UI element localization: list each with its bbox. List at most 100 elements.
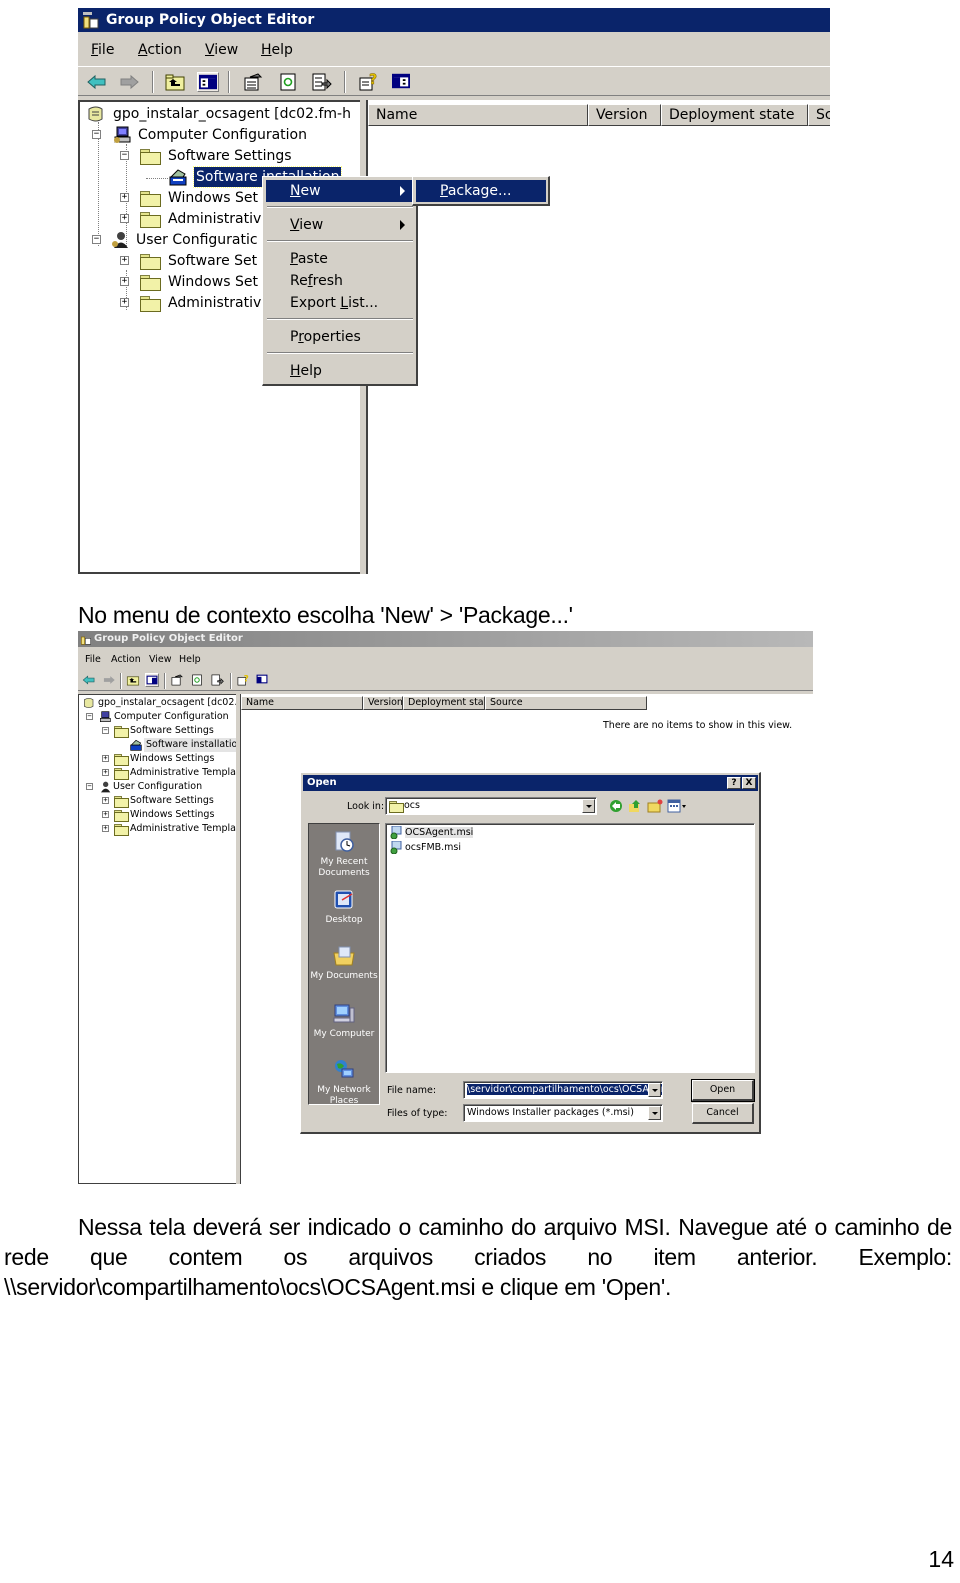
help-icon[interactable]: ?	[357, 72, 379, 92]
menu-action[interactable]: Action	[138, 36, 182, 64]
new-folder-icon[interactable]	[647, 799, 663, 813]
files-of-type-select[interactable]: Windows Installer packages (*.msi)	[463, 1104, 663, 1122]
expand-icon[interactable]: +	[102, 811, 109, 818]
open-button[interactable]: Open	[691, 1079, 755, 1102]
menu-item-paste[interactable]: Paste	[266, 248, 413, 270]
view-menu-icon[interactable]	[667, 799, 687, 813]
column-header-version[interactable]: Version	[363, 696, 403, 710]
column-header-source[interactable]: Sc	[808, 104, 830, 126]
file-item-ocsagent-msi[interactable]: OCSAgent.msi	[389, 826, 474, 840]
menu-file[interactable]: File	[91, 36, 114, 64]
my-documents-icon	[333, 946, 355, 966]
column-header-name[interactable]: Name	[241, 696, 363, 710]
forward-arrow-icon[interactable]	[118, 72, 140, 92]
file-name-input[interactable]: \servidor\compartilhamento\ocs\OCSAgent.…	[463, 1081, 663, 1099]
menu-item-new[interactable]: New	[266, 180, 413, 202]
user-icon	[101, 781, 111, 793]
up-one-level-icon[interactable]	[628, 799, 642, 813]
show-hide-action-pane-icon[interactable]	[391, 72, 413, 92]
file-item-ocsfmb-msi[interactable]: ocsFMB.msi	[389, 841, 461, 855]
menu-view[interactable]: View	[205, 36, 238, 64]
svg-text:?: ?	[244, 674, 249, 684]
collapse-icon[interactable]: −	[92, 235, 101, 244]
look-in-select[interactable]: ocs	[385, 797, 597, 815]
help-icon[interactable]: ?	[236, 673, 250, 687]
show-hide-tree-icon[interactable]	[197, 72, 219, 92]
tree-label: Software Set	[168, 253, 258, 269]
place-my-computer[interactable]: My Computer	[309, 1002, 379, 1040]
place-my-recent-documents[interactable]: My Recent Documents	[309, 830, 379, 879]
menu-item-export-list[interactable]: Export List...	[266, 292, 413, 314]
column-header-name[interactable]: Name	[368, 104, 588, 126]
menu-item-help[interactable]: Help	[266, 360, 413, 382]
files-of-type-label: Files of type:	[387, 1108, 448, 1119]
tree-label: User Configuration	[113, 781, 203, 792]
expand-icon[interactable]: +	[102, 769, 109, 776]
menu-help[interactable]: Help	[261, 36, 293, 64]
tree-label: Administrative Templates	[130, 767, 251, 778]
menu-file[interactable]: File	[85, 651, 101, 669]
menu-help[interactable]: Help	[179, 651, 201, 669]
collapse-icon[interactable]: −	[102, 727, 109, 734]
help-button[interactable]: ?	[727, 777, 741, 789]
menu-item-refresh[interactable]: Refresh	[266, 270, 413, 292]
collapse-icon[interactable]: −	[92, 130, 101, 139]
export-list-icon[interactable]	[210, 673, 224, 687]
expand-icon[interactable]: +	[102, 755, 109, 762]
back-arrow-icon[interactable]	[86, 72, 108, 92]
show-hide-action-pane-icon[interactable]	[256, 673, 270, 687]
expand-icon[interactable]: +	[120, 277, 129, 286]
place-my-network-places[interactable]: My Network Places	[309, 1058, 379, 1107]
back-arrow-icon[interactable]	[82, 673, 96, 687]
expand-icon[interactable]: +	[102, 797, 109, 804]
expand-icon[interactable]: +	[120, 256, 129, 265]
export-list-icon[interactable]	[310, 72, 332, 92]
column-header-deployment-state[interactable]: Deployment state	[661, 104, 808, 126]
column-header-version[interactable]: Version	[588, 104, 661, 126]
recent-documents-icon	[335, 831, 354, 852]
new-submenu: Package...	[412, 176, 550, 206]
software-installation-icon	[130, 739, 142, 751]
context-menu: New View Paste Refresh Export List... Pr…	[262, 176, 418, 386]
gpo-app-icon	[81, 636, 91, 645]
collapse-icon[interactable]: −	[120, 151, 129, 160]
expand-icon[interactable]: +	[120, 193, 129, 202]
column-header-deployment-state[interactable]: Deployment state	[403, 696, 485, 710]
cancel-button[interactable]: Cancel	[692, 1103, 754, 1124]
computer-icon	[114, 126, 131, 143]
refresh-icon[interactable]	[190, 673, 204, 687]
expand-icon[interactable]: +	[120, 214, 129, 223]
refresh-icon[interactable]	[277, 72, 299, 92]
menu-action[interactable]: Action	[111, 651, 141, 669]
forward-arrow-icon[interactable]	[102, 673, 116, 687]
place-my-documents[interactable]: My Documents	[309, 944, 379, 982]
collapse-icon[interactable]: −	[86, 783, 93, 790]
menu-view[interactable]: View	[149, 651, 172, 669]
close-button[interactable]: X	[742, 777, 756, 789]
tree-label: Computer Configuration	[138, 127, 307, 143]
menu-item-package[interactable]: Package...	[416, 180, 546, 202]
column-header-source[interactable]: Source	[485, 696, 647, 710]
dropdown-arrow-icon[interactable]	[648, 1106, 661, 1120]
expand-icon[interactable]: +	[120, 298, 129, 307]
properties-icon[interactable]	[242, 72, 264, 92]
collapse-icon[interactable]: −	[86, 713, 93, 720]
folder-icon	[140, 296, 161, 312]
up-folder-icon[interactable]	[126, 673, 140, 687]
look-in-value: ocs	[404, 800, 420, 811]
menu-item-properties[interactable]: Properties	[266, 326, 413, 348]
dropdown-arrow-icon[interactable]	[648, 1083, 661, 1097]
up-folder-icon[interactable]	[164, 72, 186, 92]
folder-icon	[114, 768, 129, 780]
expand-icon[interactable]: +	[102, 825, 109, 832]
menu-item-view[interactable]: View	[266, 214, 413, 236]
look-in-label: Look in:	[347, 801, 385, 812]
place-desktop[interactable]: Desktop	[309, 888, 379, 926]
show-hide-tree-icon[interactable]	[145, 673, 159, 687]
software-installation-icon	[169, 169, 187, 186]
place-label: My Computer	[313, 1029, 375, 1039]
dropdown-arrow-icon[interactable]	[582, 799, 595, 813]
back-icon[interactable]	[609, 799, 623, 813]
file-name-label: File name:	[387, 1085, 437, 1096]
properties-icon[interactable]	[170, 673, 184, 687]
